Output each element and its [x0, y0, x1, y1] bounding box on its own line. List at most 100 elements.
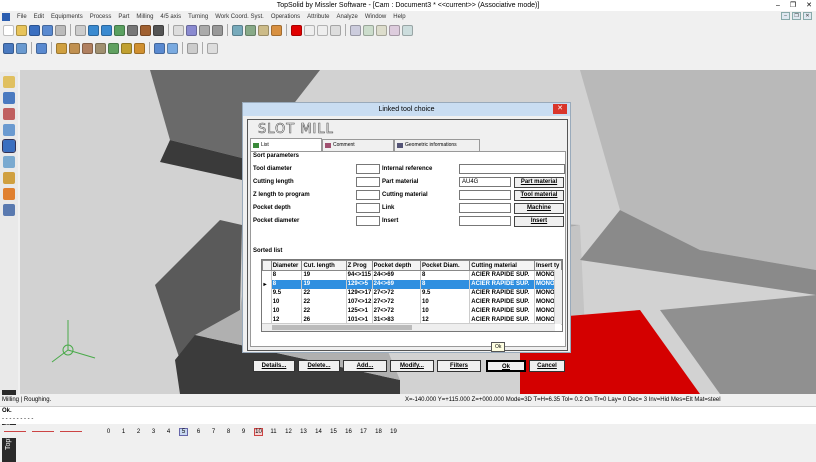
layer-14[interactable]: 14 [314, 429, 323, 435]
delete-button[interactable]: Delete... [298, 360, 340, 372]
material-icon[interactable] [3, 188, 15, 200]
menu-process[interactable]: Process [90, 14, 112, 20]
page-icon[interactable] [389, 24, 400, 36]
line-icon[interactable] [317, 24, 328, 36]
redo-icon[interactable] [101, 24, 112, 36]
layer-7[interactable]: 7 [209, 429, 218, 435]
mirror-icon[interactable] [363, 24, 374, 36]
save-icon[interactable] [29, 24, 40, 36]
menu-part[interactable]: Part [118, 14, 129, 20]
filters-button[interactable]: Filters [437, 360, 481, 372]
curve-tool-icon[interactable] [3, 108, 15, 120]
cursor-icon[interactable] [173, 24, 184, 36]
layer-13[interactable]: 13 [299, 429, 308, 435]
hatch-icon[interactable] [330, 24, 341, 36]
assembly-icon[interactable] [3, 156, 15, 168]
layer-9[interactable]: 9 [239, 429, 248, 435]
view-icon[interactable] [258, 24, 269, 36]
line-style-icon-2[interactable] [32, 431, 54, 432]
layers-icon[interactable] [114, 24, 125, 36]
grid-icon[interactable] [199, 24, 210, 36]
cutting-material-field[interactable] [459, 190, 511, 200]
tab-list[interactable]: List [250, 138, 322, 151]
ok-button[interactable]: Ok [486, 360, 526, 372]
tool-icon[interactable] [3, 42, 14, 54]
layer-12[interactable]: 12 [284, 429, 293, 435]
layer-10[interactable]: 10 [254, 427, 263, 436]
details-button[interactable]: Details... [253, 360, 295, 372]
layer-1[interactable]: 1 [119, 429, 128, 435]
menu-4-5-axis[interactable]: 4/5 axis [160, 14, 181, 20]
line-style-icon[interactable] [4, 431, 26, 432]
cut-icon[interactable] [75, 24, 86, 36]
menu-edit[interactable]: Edit [34, 14, 44, 20]
table-row[interactable]: 10 22 125<>1 27<>72 10 ACIER RAPIDE SUP.… [262, 306, 562, 316]
undo-icon[interactable] [88, 24, 99, 36]
menu-analyze[interactable]: Analyze [337, 14, 358, 20]
layer-16[interactable]: 16 [344, 429, 353, 435]
point-icon[interactable] [304, 24, 315, 36]
layer-17[interactable]: 17 [359, 429, 368, 435]
tool-material-button[interactable]: Tool material [514, 190, 564, 201]
check-icon[interactable] [3, 172, 15, 184]
contour-icon[interactable] [69, 42, 80, 54]
menu-milling[interactable]: Milling [136, 14, 153, 20]
layer-11[interactable]: 11 [269, 429, 278, 435]
menu-turning[interactable]: Turning [188, 14, 208, 20]
insert-field[interactable] [459, 216, 511, 226]
table-row[interactable]: 9.5 22 129<>17 27<>72 9.5 ACIER RAPIDE S… [262, 288, 562, 298]
tool-diameter-field[interactable] [356, 164, 380, 174]
command-prompt[interactable]: - - - - - - - - - [2, 415, 816, 423]
pocket-diameter-field[interactable] [356, 216, 380, 226]
horizontal-scrollbar[interactable] [262, 323, 555, 331]
chamfer-icon[interactable] [134, 42, 145, 54]
layer-8[interactable]: 8 [224, 429, 233, 435]
tab-geometric-info[interactable]: Geometric informations [394, 139, 480, 151]
tools-icon[interactable] [127, 24, 138, 36]
table-icon[interactable] [402, 24, 413, 36]
menu-equipments[interactable]: Equipments [51, 14, 83, 20]
line-style-icon-3[interactable] [60, 431, 82, 432]
internal-reference-field[interactable] [459, 164, 565, 174]
modify-button[interactable]: Modify... [390, 360, 434, 372]
open-folder-icon[interactable] [16, 24, 27, 36]
sketch-icon[interactable] [3, 76, 15, 88]
column-header-cutting-material[interactable]: Cutting material [469, 260, 535, 271]
minimize-button[interactable]: – [776, 0, 780, 11]
slot-icon[interactable] [108, 42, 119, 54]
layer-18[interactable]: 18 [374, 429, 383, 435]
layer-0[interactable]: 0 [104, 429, 113, 435]
drill-icon[interactable] [82, 42, 93, 54]
filter-icon[interactable] [212, 24, 223, 36]
cutting-length-field[interactable] [356, 177, 380, 187]
mdi-minimize-button[interactable]: – [781, 12, 790, 20]
info-icon[interactable] [42, 24, 53, 36]
column-header-pocket-depth[interactable]: Pocket depth [371, 260, 422, 271]
report-icon[interactable] [207, 42, 218, 54]
curve-icon[interactable] [186, 24, 197, 36]
color-red-icon[interactable] [291, 24, 302, 36]
layer-5[interactable]: 5 [179, 427, 188, 436]
mdi-close-button[interactable]: ✕ [803, 12, 812, 20]
part-material-button[interactable]: Part material [514, 177, 564, 188]
menu-help[interactable]: Help [393, 14, 405, 20]
command-area[interactable]: Ok. - - - - - - - - - [0, 406, 816, 424]
pocket-depth-field[interactable] [356, 203, 380, 213]
layer-19[interactable]: 19 [389, 429, 398, 435]
column-header-cut-length[interactable]: Cut. length [301, 260, 347, 271]
shade-icon[interactable] [271, 24, 282, 36]
stock-icon[interactable] [36, 42, 47, 54]
close-button[interactable]: ✕ [806, 0, 812, 11]
link-field[interactable] [459, 203, 511, 213]
layer-4[interactable]: 4 [164, 429, 173, 435]
surface-icon[interactable] [3, 124, 15, 136]
column-header-insert-type[interactable]: Insert ty [533, 260, 562, 271]
list-icon[interactable] [376, 24, 387, 36]
column-header-pocket-diam[interactable]: Pocket Diam. [419, 260, 471, 271]
column-header-z-prog[interactable]: Z Prog [345, 260, 373, 271]
layer-2[interactable]: 2 [134, 429, 143, 435]
menu-work-coord[interactable]: Work Coord. Syst. [215, 14, 264, 20]
face-icon[interactable] [95, 42, 106, 54]
menu-file[interactable]: File [17, 14, 27, 20]
zoom-icon[interactable] [232, 24, 243, 36]
